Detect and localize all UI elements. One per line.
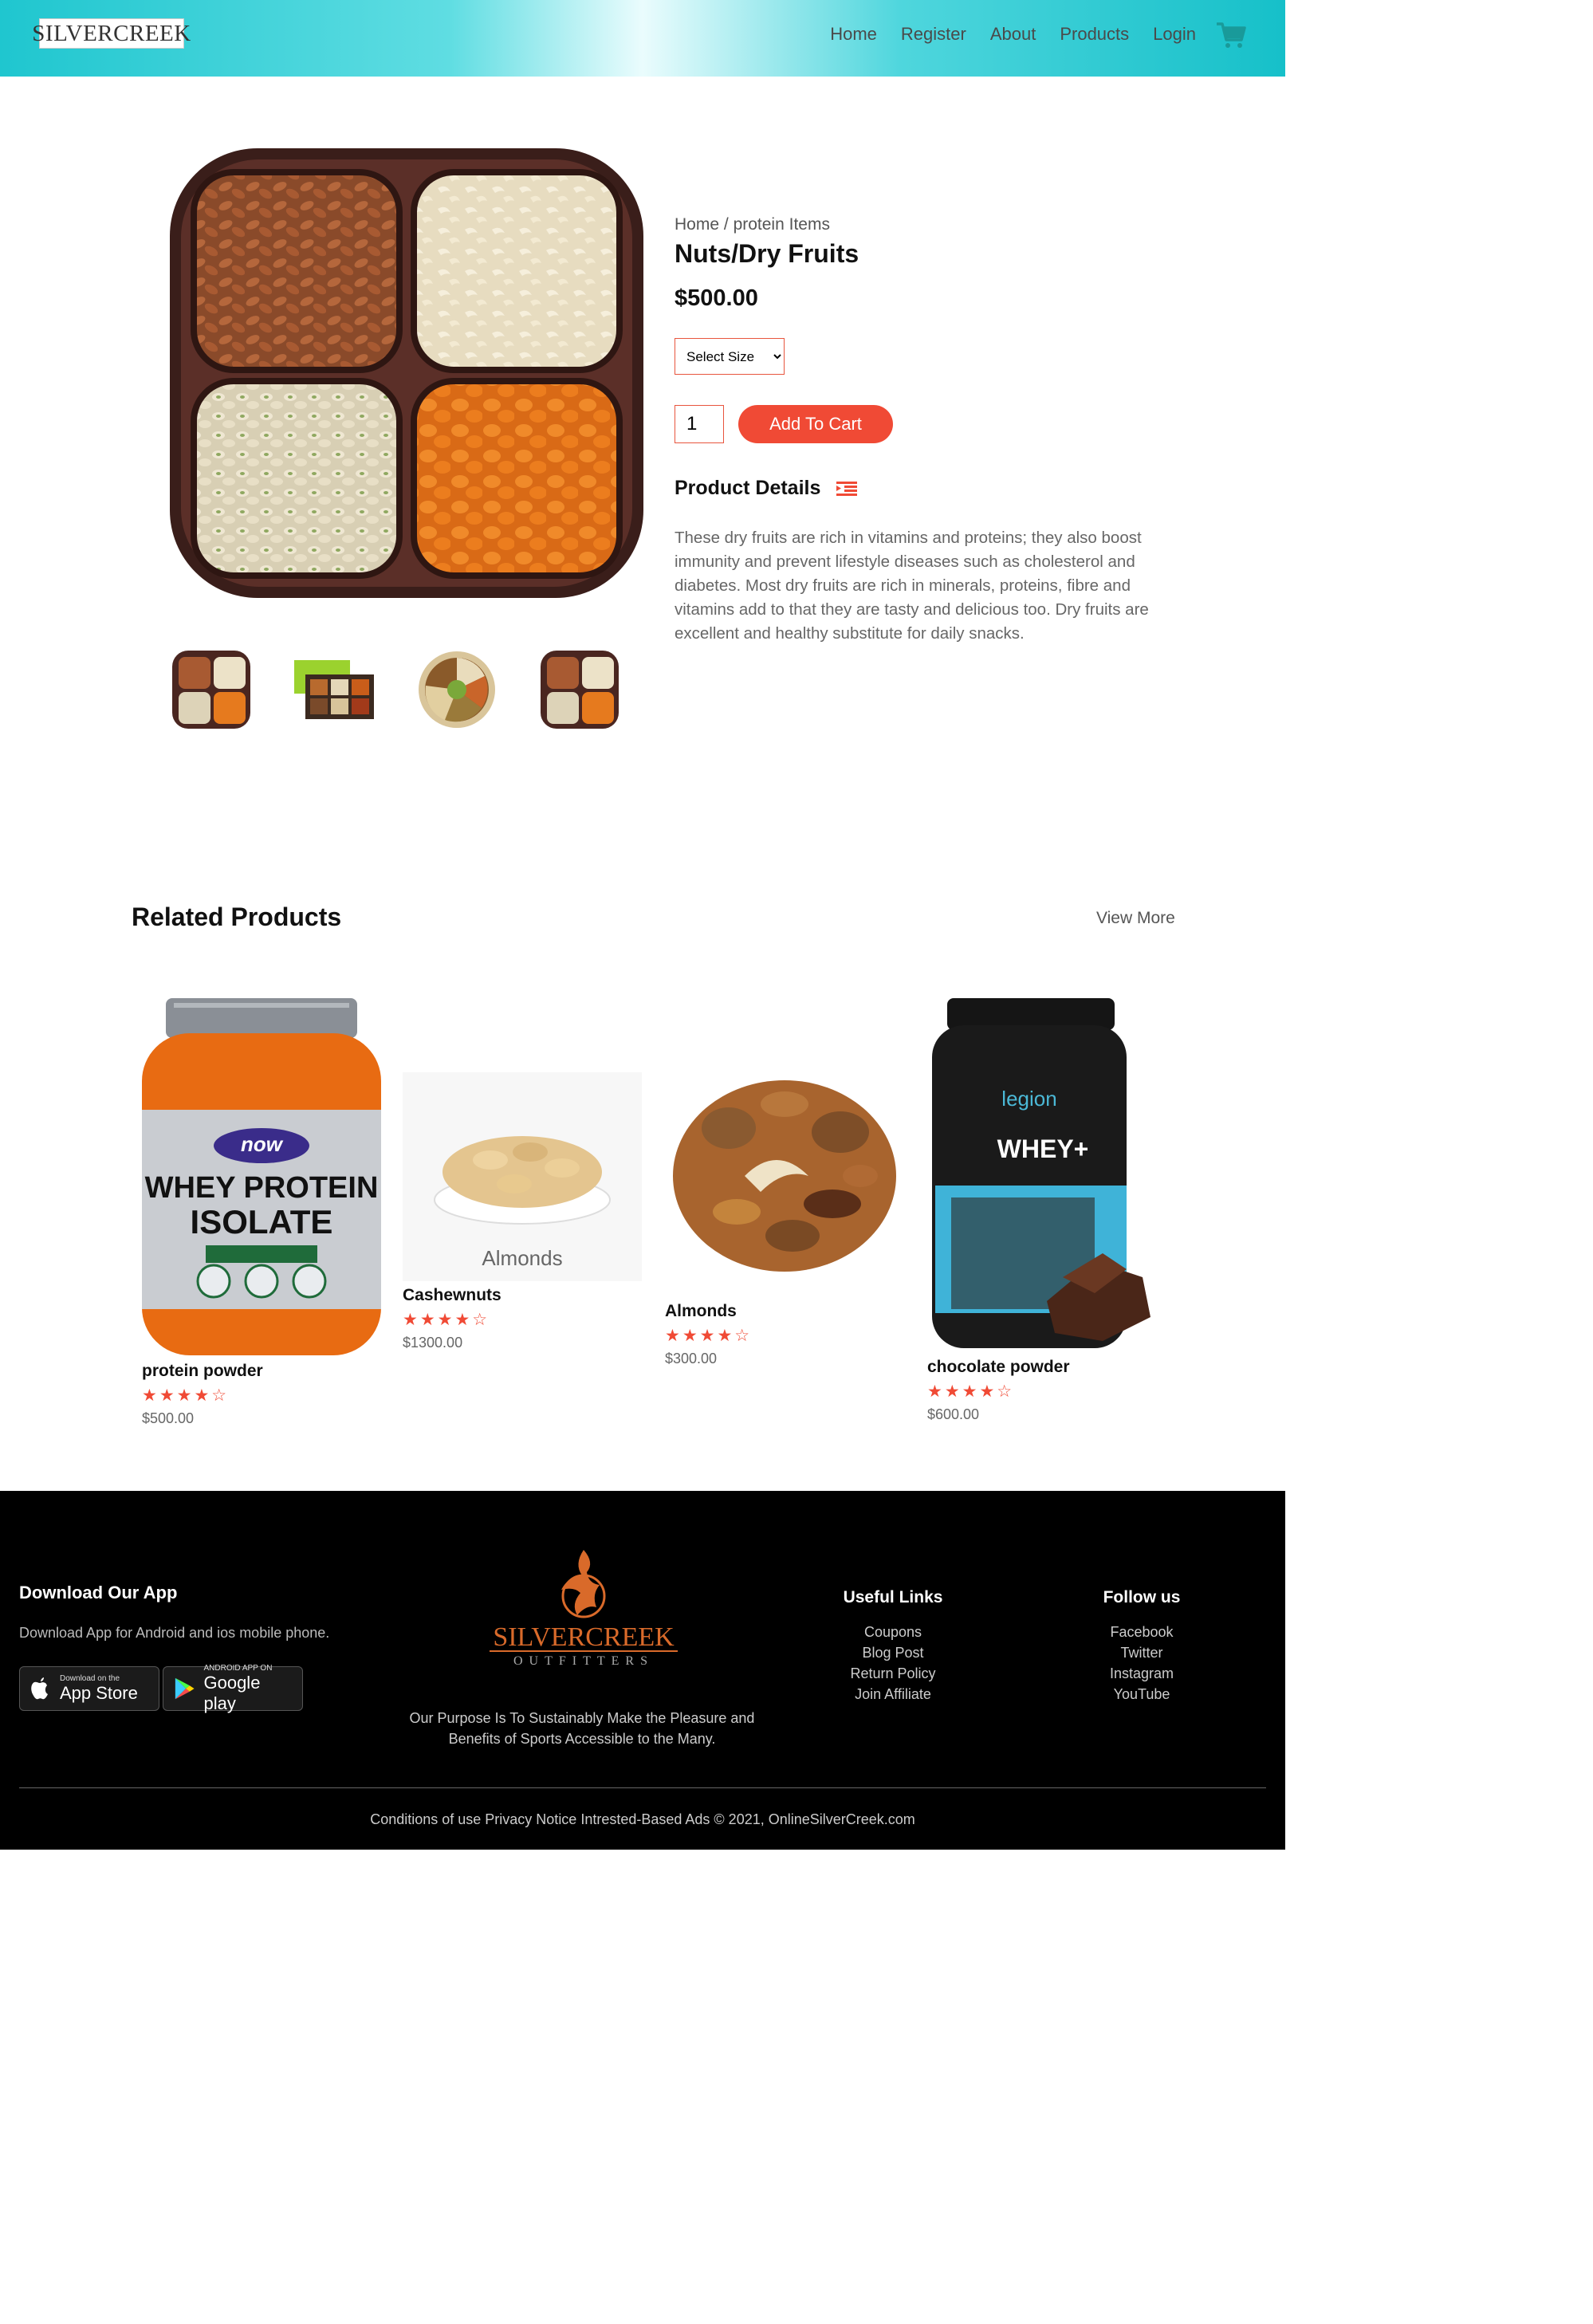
footer-link-youtube[interactable]: YouTube xyxy=(1078,1684,1206,1705)
footer-link-twitter[interactable]: Twitter xyxy=(1078,1642,1206,1663)
star-rating: ★★★★☆ xyxy=(403,1311,490,1329)
cashewnuts-image: Almonds xyxy=(403,1072,642,1281)
google-play-small-text: ANDROID APP ON xyxy=(203,1663,273,1673)
thumbnail-tray-2[interactable] xyxy=(536,646,623,733)
product-details-label: Product Details xyxy=(675,477,821,499)
product-title: Nuts/Dry Fruits xyxy=(675,239,859,268)
card-name[interactable]: chocolate powder xyxy=(927,1358,1166,1377)
footer-link-blog-post[interactable]: Blog Post xyxy=(829,1642,957,1663)
footer-link-coupons[interactable]: Coupons xyxy=(829,1622,957,1642)
brand-logo-text: now xyxy=(241,1132,284,1156)
site-footer: Download Our App Download App for Androi… xyxy=(0,1491,1285,1850)
nav-home[interactable]: Home xyxy=(830,24,877,45)
thumbnail-gift-box[interactable] xyxy=(291,646,379,733)
card-name[interactable]: protein powder xyxy=(142,1362,381,1381)
card-price: $1300.00 xyxy=(403,1335,463,1351)
card-name[interactable]: Almonds xyxy=(665,1302,904,1321)
top-navbar: SILVERCREEK Home Register About Products… xyxy=(0,0,1285,77)
footer-brand-logo: SILVERCREEK OUTFITTERS xyxy=(490,1550,678,1668)
related-products-title: Related Products xyxy=(132,902,342,931)
nav-register[interactable]: Register xyxy=(901,24,966,45)
breadcrumb-category[interactable]: protein Items xyxy=(734,215,830,234)
thumbnail-tray-1[interactable] xyxy=(167,646,255,733)
card-price: $300.00 xyxy=(665,1351,718,1366)
card-price: $500.00 xyxy=(142,1410,195,1426)
google-play-text: Google play xyxy=(203,1672,261,1713)
app-store-text: App Store xyxy=(60,1682,138,1703)
follow-us-title: Follow us xyxy=(1103,1588,1181,1606)
card-price: $600.00 xyxy=(927,1406,980,1422)
star-rating: ★★★★☆ xyxy=(142,1386,230,1405)
almonds-image xyxy=(673,1080,896,1272)
product-card-chocolate-powder[interactable]: legion WHEY+ chocolate powder ★★★★☆ $600… xyxy=(927,998,1166,1423)
footer-link-instagram[interactable]: Instagram xyxy=(1078,1663,1206,1684)
product-card-protein-powder[interactable]: now WHEY PROTEIN ISOLATE protein powder … xyxy=(142,998,381,1427)
star-rating: ★★★★☆ xyxy=(665,1327,753,1345)
add-to-cart-button[interactable]: Add To Cart xyxy=(738,405,893,443)
site-logo[interactable]: SILVERCREEK xyxy=(32,18,191,49)
useful-links-column: Useful Links Coupons Blog Post Return Po… xyxy=(829,1588,957,1705)
footer-logo-tagline: OUTFITTERS xyxy=(513,1654,654,1668)
product-card-cashewnuts[interactable]: Almonds Cashewnuts ★★★★☆ $1300.00 xyxy=(403,1072,642,1351)
product-label-text: WHEY+ xyxy=(997,1134,1089,1163)
useful-links-title: Useful Links xyxy=(843,1588,943,1606)
footer-purpose-text: Our Purpose Is To Sustainably Make the P… xyxy=(409,1710,755,1747)
thumbnail-round-platter[interactable] xyxy=(413,646,501,733)
svg-text:ISOLATE: ISOLATE xyxy=(191,1203,333,1241)
footer-link-return-policy[interactable]: Return Policy xyxy=(829,1663,957,1684)
footer-link-facebook[interactable]: Facebook xyxy=(1078,1622,1206,1642)
star-rating: ★★★★☆ xyxy=(927,1382,1015,1401)
view-more-link[interactable]: View More xyxy=(1096,909,1175,928)
breadcrumb-home[interactable]: Home xyxy=(675,215,719,234)
product-description: These dry fruits are rich in vitamins an… xyxy=(675,529,1149,643)
svg-text:WHEY PROTEIN: WHEY PROTEIN xyxy=(145,1171,379,1205)
app-store-small-text: Download on the xyxy=(60,1673,120,1683)
nav-products[interactable]: Products xyxy=(1060,24,1129,45)
brand-logo-text: legion xyxy=(1001,1087,1056,1111)
nav-about[interactable]: About xyxy=(990,24,1036,45)
nav-links: Home Register About Products Login xyxy=(830,24,1196,45)
breadcrumb-separator: / xyxy=(723,215,729,234)
footer-logo-name: SILVERCREEK xyxy=(493,1622,675,1652)
footer-legal-text: Conditions of use Privacy Notice Intrest… xyxy=(370,1811,915,1827)
follow-us-column: Follow us Facebook Twitter Instagram You… xyxy=(1078,1588,1206,1705)
apple-icon xyxy=(31,1677,48,1700)
list-indent-icon xyxy=(836,481,858,496)
google-play-badge[interactable]: ANDROID APP ON Google play xyxy=(163,1663,303,1713)
download-app-title: Download Our App xyxy=(19,1583,178,1602)
product-details-heading: Product Details xyxy=(675,477,858,500)
nav-login[interactable]: Login xyxy=(1153,24,1196,45)
image-caption-text: Almonds xyxy=(482,1246,562,1270)
shopping-cart-icon[interactable] xyxy=(1215,21,1247,49)
product-price: $500.00 xyxy=(675,285,758,311)
product-main-image xyxy=(170,148,643,598)
footer-link-join-affiliate[interactable]: Join Affiliate xyxy=(829,1684,957,1705)
app-store-badge[interactable]: Download on the App Store xyxy=(19,1666,159,1711)
protein-powder-image: now WHEY PROTEIN ISOLATE xyxy=(142,998,381,1355)
chocolate-powder-image: legion WHEY+ xyxy=(932,998,1150,1348)
google-play-icon xyxy=(175,1677,195,1700)
quantity-input[interactable] xyxy=(675,405,724,443)
footer-divider xyxy=(19,1787,1266,1788)
download-app-text: Download App for Android and ios mobile … xyxy=(19,1625,330,1641)
size-select[interactable]: Select Size xyxy=(675,338,785,375)
product-card-almonds[interactable]: Almonds ★★★★☆ $300.00 xyxy=(665,1056,904,1367)
card-name[interactable]: Cashewnuts xyxy=(403,1286,642,1305)
breadcrumb: Home / protein Items xyxy=(675,215,830,234)
